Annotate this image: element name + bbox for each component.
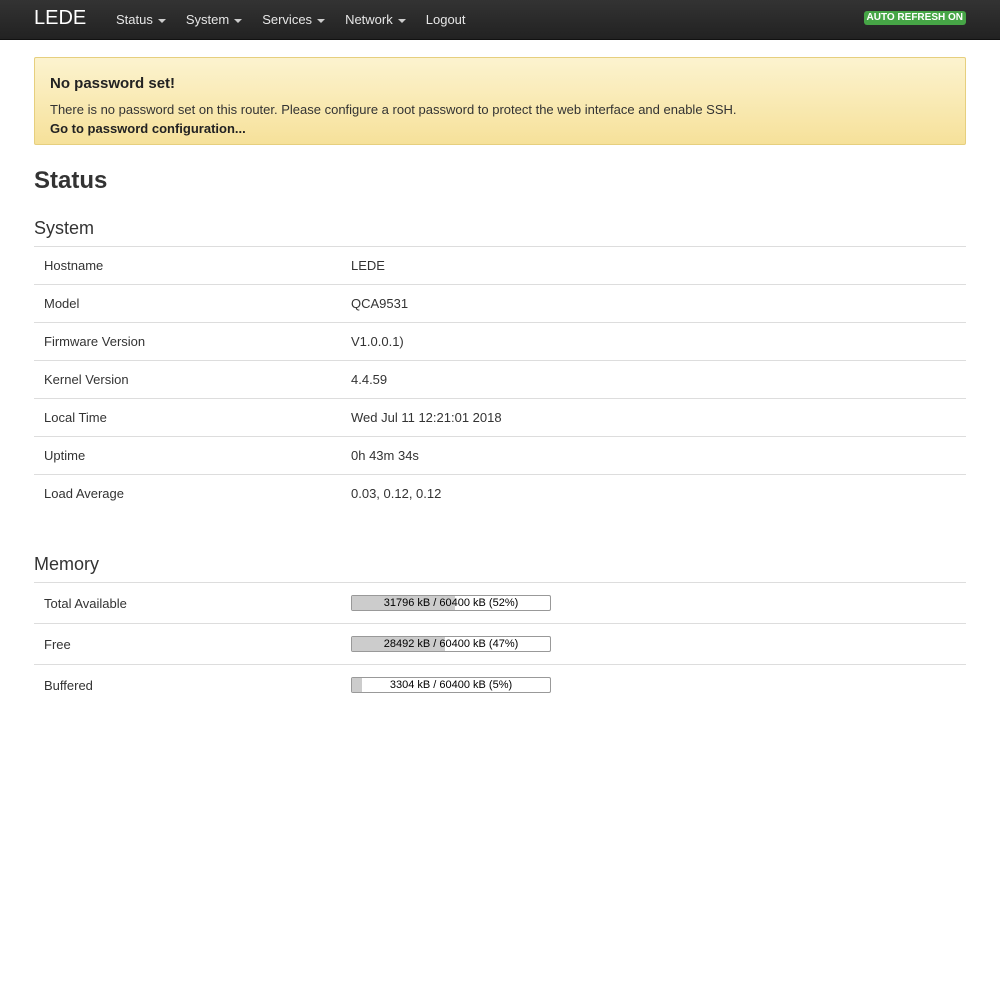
menu-services[interactable]: Services [252, 0, 335, 40]
password-warning-alert: No password set! There is no password se… [34, 57, 966, 145]
table-row: Local Time Wed Jul 11 12:21:01 2018 [34, 398, 966, 437]
navbar: LEDE Status System Services Network Logo… [0, 0, 1000, 40]
table-row: Kernel Version 4.4.59 [34, 360, 966, 399]
menu-logout-label: Logout [425, 12, 466, 27]
menu-system[interactable]: System [176, 0, 252, 40]
system-section-title: System [34, 218, 95, 238]
main-menu: Status System Services Network Logout [106, 0, 476, 40]
row-label: Hostname [34, 246, 341, 285]
row-label: Buffered [34, 664, 341, 705]
row-value: Wed Jul 11 12:21:01 2018 [341, 398, 966, 437]
memory-table: Total Available 31796 kB / 60400 kB (52%… [34, 582, 966, 705]
table-row: Uptime 0h 43m 34s [34, 436, 966, 475]
brand-logo[interactable]: LEDE [34, 6, 86, 30]
table-row: Free 28492 kB / 60400 kB (47%) [34, 623, 966, 665]
row-value: 28492 kB / 60400 kB (47%) [341, 623, 966, 665]
table-row: Firmware Version V1.0.0.1) [34, 322, 966, 361]
progress-text: 28492 kB / 60400 kB (47%) [383, 638, 519, 650]
row-value: 4.4.59 [341, 360, 966, 399]
progress-text: 31796 kB / 60400 kB (52%) [383, 597, 519, 609]
auto-refresh-badge[interactable]: AUTO REFRESH ON [863, 11, 966, 25]
menu-status[interactable]: Status [106, 0, 176, 40]
row-label: Load Average [34, 474, 341, 512]
memory-progress-bar: 28492 kB / 60400 kB (47%) [351, 636, 551, 652]
table-row: Load Average 0.03, 0.12, 0.12 [34, 474, 966, 512]
alert-text: There is no password set on this router.… [50, 102, 737, 117]
chevron-down-icon [397, 19, 406, 23]
row-label: Firmware Version [34, 322, 341, 361]
menu-status-label: Status [116, 12, 153, 27]
row-label: Uptime [34, 436, 341, 475]
memory-progress-bar: 3304 kB / 60400 kB (5%) [351, 677, 551, 693]
row-value: 31796 kB / 60400 kB (52%) [341, 582, 966, 624]
table-row: Total Available 31796 kB / 60400 kB (52%… [34, 582, 966, 624]
menu-network-label: Network [345, 12, 393, 27]
system-table: Hostname LEDE Model QCA9531 Firmware Ver… [34, 246, 966, 512]
row-label: Kernel Version [34, 360, 341, 399]
menu-logout[interactable]: Logout [416, 0, 476, 40]
menu-services-label: Services [262, 12, 313, 27]
row-value: V1.0.0.1) [341, 322, 966, 361]
table-row: Buffered 3304 kB / 60400 kB (5%) [34, 664, 966, 705]
alert-title: No password set! [50, 75, 176, 92]
chevron-down-icon [317, 19, 326, 23]
menu-network[interactable]: Network [335, 0, 416, 40]
row-label: Free [34, 623, 341, 665]
chevron-down-icon [234, 19, 243, 23]
row-label: Total Available [34, 582, 341, 624]
table-row: Model QCA9531 [34, 284, 966, 323]
row-value: QCA9531 [341, 284, 966, 323]
table-row: Hostname LEDE [34, 246, 966, 285]
row-value: 0h 43m 34s [341, 436, 966, 475]
row-label: Model [34, 284, 341, 323]
memory-section-title: Memory [34, 554, 100, 574]
progress-text: 3304 kB / 60400 kB (5%) [389, 679, 513, 691]
menu-system-label: System [185, 12, 230, 27]
chevron-down-icon [157, 19, 166, 23]
main-content: No password set! There is no password se… [34, 57, 966, 705]
password-config-link[interactable]: Go to password configuration... [50, 121, 246, 136]
row-value: 0.03, 0.12, 0.12 [341, 474, 966, 512]
row-value: 3304 kB / 60400 kB (5%) [341, 664, 966, 705]
memory-progress-bar: 31796 kB / 60400 kB (52%) [351, 595, 551, 611]
page-title: Status [34, 167, 108, 194]
row-value: LEDE [341, 246, 966, 285]
row-label: Local Time [34, 398, 341, 437]
